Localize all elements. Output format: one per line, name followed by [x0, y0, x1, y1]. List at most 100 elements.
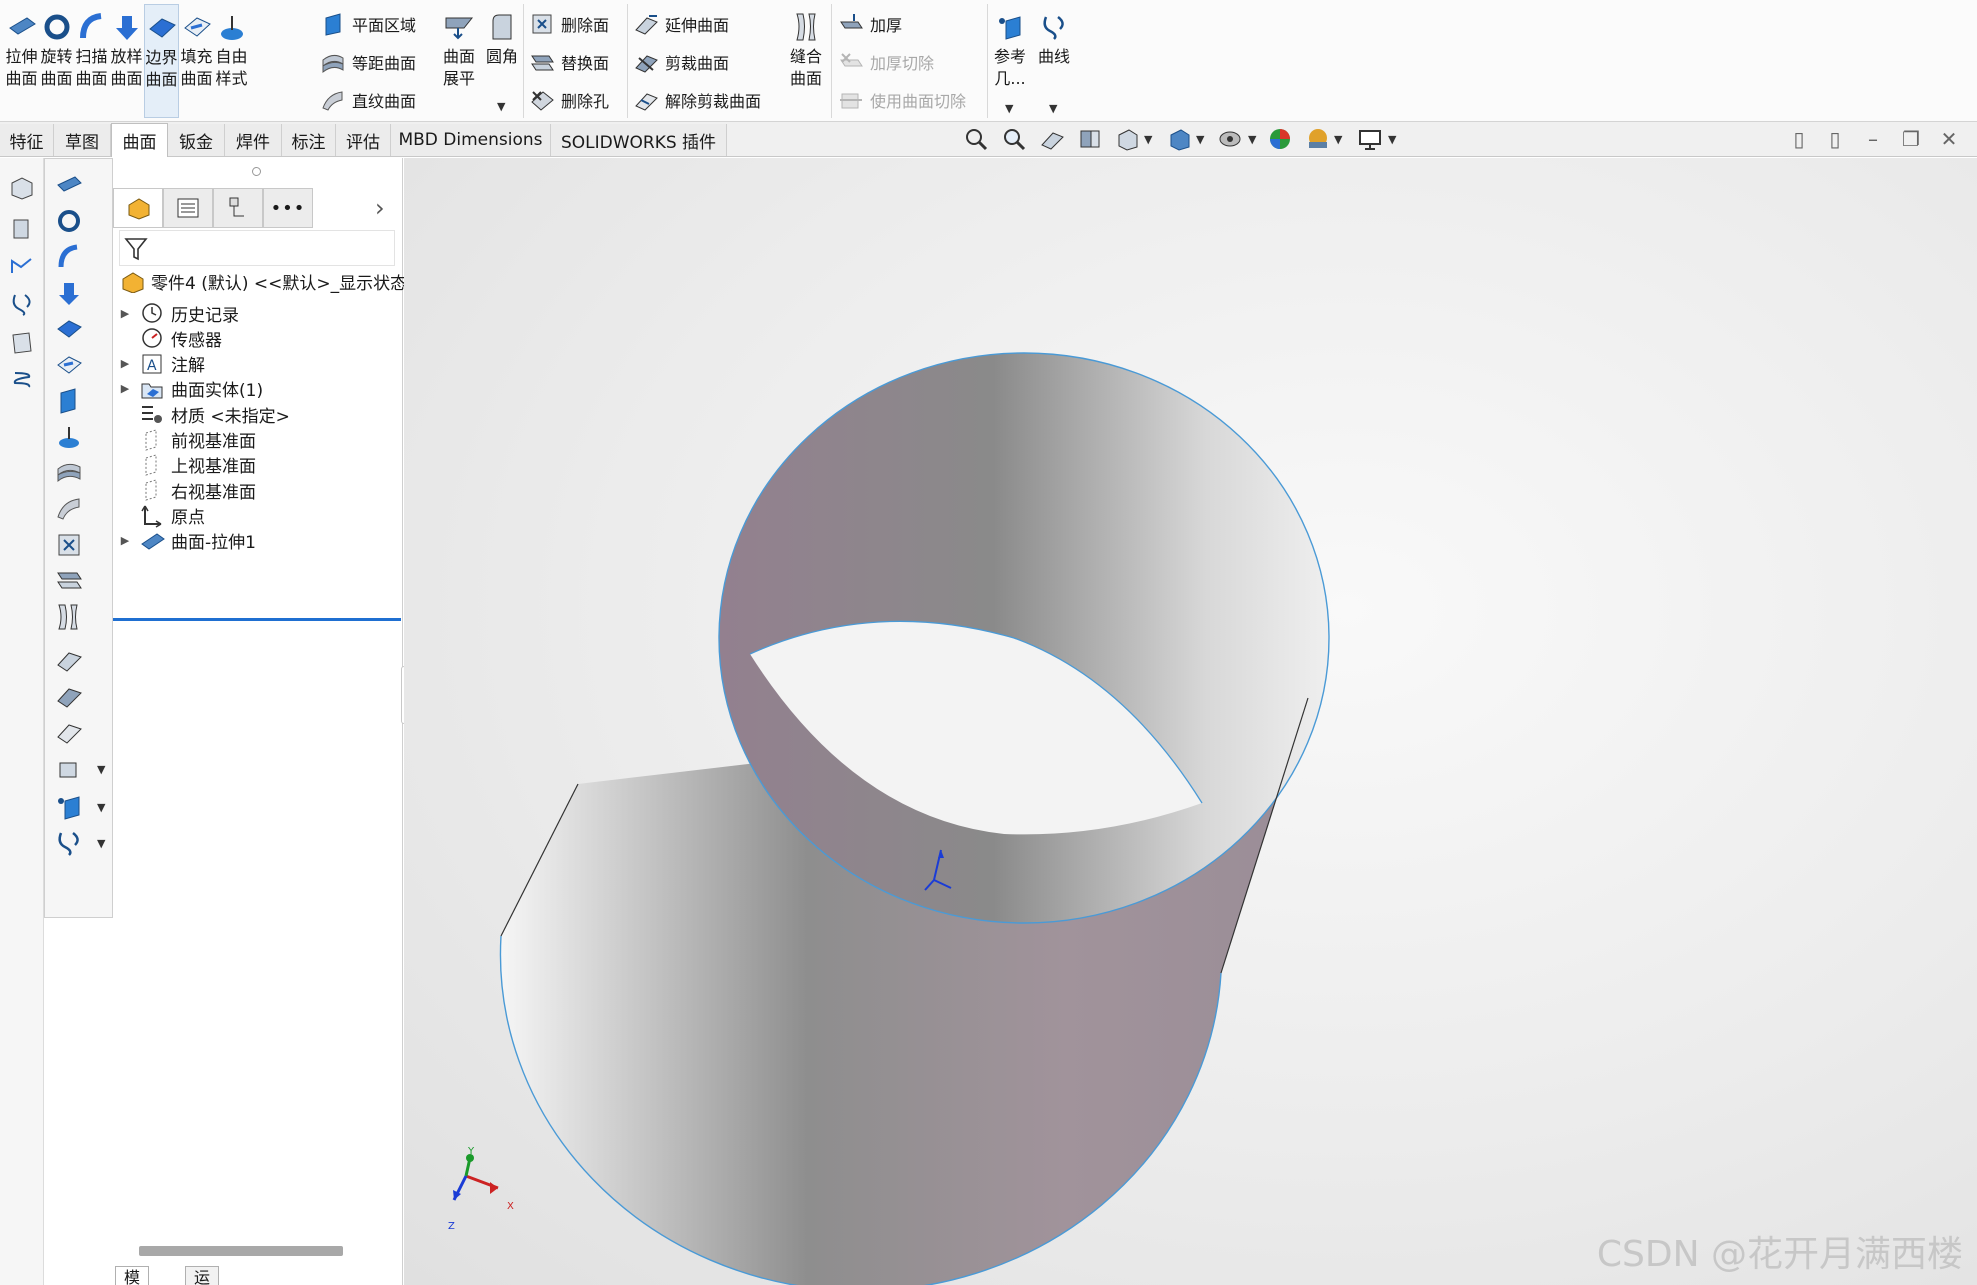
- curves-button[interactable]: 曲线: [1032, 4, 1076, 118]
- freeform-button[interactable]: 自由 样式: [214, 4, 249, 118]
- untrim-surface-icon[interactable]: [53, 717, 85, 749]
- tab-evaluate[interactable]: 评估: [336, 124, 391, 156]
- feature-manager-tab[interactable]: [113, 188, 163, 228]
- expand-arrow-icon[interactable]: ▶: [117, 534, 133, 547]
- tab-sketch[interactable]: 草图: [54, 124, 111, 156]
- sketch-icon[interactable]: [6, 250, 38, 282]
- triad-z-label: Z: [448, 1221, 455, 1232]
- view-settings-dropdown-icon[interactable]: ▼: [1388, 133, 1396, 146]
- minimize-icon[interactable]: –: [1860, 126, 1886, 152]
- more-tabs-icon[interactable]: •••: [263, 188, 313, 228]
- horizontal-scrollbar[interactable]: [139, 1246, 343, 1256]
- tile-left-icon[interactable]: ▯: [1786, 126, 1812, 152]
- panel-collapse-handle[interactable]: [252, 167, 261, 176]
- extend-surface-icon[interactable]: [53, 645, 85, 677]
- reference-geometry-button[interactable]: 参考 几...: [988, 4, 1032, 118]
- curves-icon[interactable]: [53, 827, 85, 859]
- solidworks-window: 拉伸 曲面 旋转 曲面 扫描 曲面 放样 曲面 边界 曲面 填充 曲面 自由 样式 平面区域…: [0, 0, 1977, 1285]
- revolve-surface-button[interactable]: 旋转 曲面: [39, 4, 74, 118]
- edit-appearance-icon[interactable]: [1264, 124, 1296, 154]
- ribbon-group-divider: [312, 4, 524, 118]
- tab-mbd-dimensions[interactable]: MBD Dimensions: [391, 124, 551, 156]
- curve-icon[interactable]: [6, 288, 38, 320]
- expand-arrow-icon[interactable]: ▶: [117, 357, 133, 370]
- knit-surface-icon[interactable]: [53, 601, 85, 633]
- tree-item[interactable]: ▶ 曲面-拉伸1: [117, 526, 256, 556]
- curves-dropdown-icon[interactable]: ▼: [1049, 102, 1057, 115]
- tab-sheet-metal[interactable]: 钣金: [168, 124, 225, 156]
- chevron-right-icon[interactable]: ›: [375, 194, 385, 222]
- tab-weldments[interactable]: 焊件: [225, 124, 282, 156]
- curves-dropdown-icon[interactable]: ▼: [97, 837, 105, 850]
- watermark-text: CSDN @花开月满西楼: [1596, 1234, 1963, 1275]
- extrude-icon[interactable]: [6, 212, 38, 244]
- extrude-surface-icon: [5, 10, 39, 44]
- reference-triad: X Y Z: [448, 1146, 514, 1232]
- reference-geometry-icon: [993, 10, 1027, 44]
- freeform-icon[interactable]: [53, 421, 85, 453]
- thicken-dropdown-icon[interactable]: ▼: [97, 763, 105, 776]
- section-view-icon[interactable]: [1074, 124, 1106, 154]
- extrude-surface-button[interactable]: 拉伸 曲面: [4, 4, 39, 118]
- configuration-manager-tab[interactable]: [213, 188, 263, 228]
- tree-root-part[interactable]: 零件4 (默认) <<默认>_显示状态: [117, 266, 407, 296]
- trim-surface-icon[interactable]: [53, 681, 85, 713]
- restore-icon[interactable]: ❐: [1898, 126, 1924, 152]
- delete-face-icon[interactable]: [53, 529, 85, 561]
- display-style-icon[interactable]: [1164, 124, 1196, 154]
- graphics-area[interactable]: X Y Z CSDN @花开月满西楼: [404, 158, 1977, 1285]
- reference-geometry-dropdown-icon[interactable]: ▼: [97, 801, 105, 814]
- tab-motion-study[interactable]: 运动算例 1: [185, 1266, 220, 1285]
- cylinder-surface-model[interactable]: X Y Z: [404, 158, 1977, 1285]
- expand-arrow-icon[interactable]: ▶: [117, 307, 133, 320]
- reference-geometry-icon[interactable]: [53, 791, 85, 823]
- tab-solidworks-addins[interactable]: SOLIDWORKS 插件: [551, 124, 727, 156]
- boundary-surface-icon[interactable]: [53, 313, 85, 345]
- hide-show-items-icon[interactable]: [1214, 124, 1246, 154]
- zoom-to-area-icon[interactable]: [998, 124, 1030, 154]
- loft-icon[interactable]: [6, 326, 38, 358]
- ribbon-group-divider: [628, 4, 832, 118]
- property-manager-tab[interactable]: [163, 188, 213, 228]
- curves-icon: [1037, 10, 1071, 44]
- boundary-surface-button[interactable]: 边界 曲面: [144, 4, 179, 118]
- tab-markup[interactable]: 标注: [282, 124, 336, 156]
- sketch-3d-icon[interactable]: [6, 172, 38, 204]
- replace-face-icon[interactable]: [53, 565, 85, 597]
- boundary-surface-label: 边界 曲面: [145, 48, 178, 89]
- apply-scene-icon[interactable]: [1302, 124, 1334, 154]
- helix-icon[interactable]: [6, 364, 38, 396]
- tree-item-label: 曲面-拉伸1: [171, 533, 256, 554]
- previous-view-icon[interactable]: [1036, 124, 1068, 154]
- command-manager-ribbon: 拉伸 曲面 旋转 曲面 扫描 曲面 放样 曲面 边界 曲面 填充 曲面 自由 样式 平面区域…: [0, 0, 1977, 122]
- tile-right-icon[interactable]: ▯: [1822, 126, 1848, 152]
- rollback-bar[interactable]: [113, 618, 401, 621]
- loft-surface-icon[interactable]: [53, 277, 85, 309]
- apply-scene-dropdown-icon[interactable]: ▼: [1334, 133, 1342, 146]
- zoom-to-fit-icon[interactable]: [960, 124, 992, 154]
- loft-surface-icon: [110, 10, 144, 44]
- expand-arrow-icon[interactable]: ▶: [117, 382, 133, 395]
- view-settings-icon[interactable]: [1354, 124, 1386, 154]
- tree-filter[interactable]: [119, 230, 395, 266]
- loft-surface-button[interactable]: 放样 曲面: [109, 4, 144, 118]
- tab-model[interactable]: 模型: [115, 1266, 150, 1285]
- thicken-icon[interactable]: [53, 753, 85, 785]
- sweep-surface-button[interactable]: 扫描 曲面: [74, 4, 109, 118]
- reference-geometry-dropdown-icon[interactable]: ▼: [1005, 102, 1013, 115]
- offset-surface-icon[interactable]: [53, 457, 85, 489]
- fill-surface-button[interactable]: 填充 曲面: [179, 4, 214, 118]
- close-icon[interactable]: ✕: [1936, 126, 1962, 152]
- fill-surface-icon[interactable]: [53, 349, 85, 381]
- planar-surface-icon[interactable]: [53, 385, 85, 417]
- ruled-surface-icon[interactable]: [53, 493, 85, 525]
- hide-show-dropdown-icon[interactable]: ▼: [1248, 133, 1256, 146]
- tab-features[interactable]: 特征: [0, 124, 54, 156]
- sweep-surface-icon[interactable]: [53, 241, 85, 273]
- view-orientation-dropdown-icon[interactable]: ▼: [1144, 133, 1152, 146]
- view-orientation-icon[interactable]: [1112, 124, 1144, 154]
- display-style-dropdown-icon[interactable]: ▼: [1196, 133, 1204, 146]
- extrude-surface-icon[interactable]: [53, 169, 85, 201]
- revolve-surface-icon[interactable]: [53, 205, 85, 237]
- tab-surfaces[interactable]: 曲面: [111, 123, 168, 157]
